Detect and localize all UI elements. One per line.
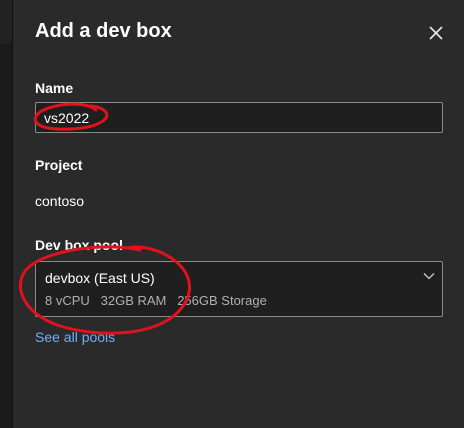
see-all-pools-link[interactable]: See all pools <box>35 329 115 345</box>
name-label: Name <box>35 80 74 96</box>
project-label: Project <box>35 157 83 173</box>
pool-specs: 8 vCPU 32GB RAM 256GB Storage <box>45 293 267 308</box>
project-value: contoso <box>35 193 85 209</box>
dialog-title: Add a dev box <box>35 20 172 42</box>
name-input[interactable] <box>35 102 443 133</box>
dev-box-pool-label: Dev box pool <box>35 237 123 253</box>
dev-box-pool-select[interactable]: devbox (East US) 8 vCPU 32GB RAM 256GB S… <box>35 261 443 317</box>
background-page <box>0 0 12 428</box>
chevron-down-icon <box>423 273 435 280</box>
pool-selected-name: devbox (East US) <box>45 270 155 286</box>
close-button[interactable] <box>425 22 447 44</box>
close-icon <box>429 26 443 40</box>
add-dev-box-panel: Add a dev box Name Project contoso Dev b… <box>12 0 464 428</box>
background-header <box>0 0 12 44</box>
